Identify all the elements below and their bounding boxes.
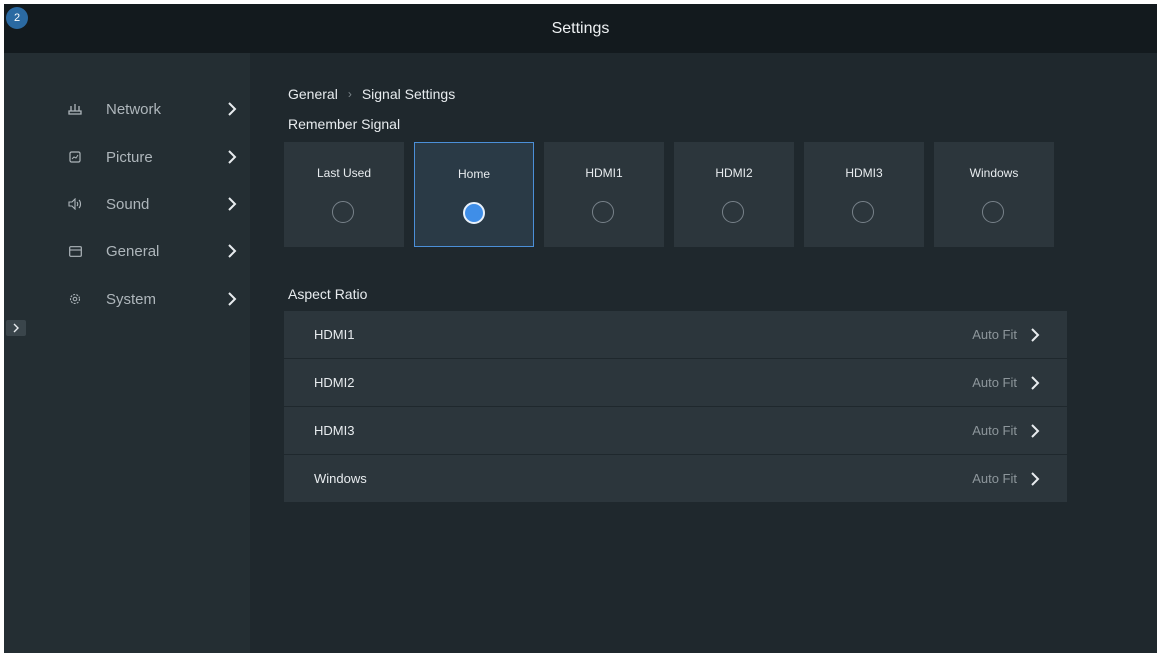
signal-option-windows[interactable]: Windows [934, 142, 1054, 247]
chevron-right-icon [13, 323, 19, 333]
option-label: HDMI3 [845, 166, 883, 180]
aspect-ratio-title: Aspect Ratio [288, 286, 368, 302]
expand-left-panel-button[interactable] [6, 320, 26, 336]
aspect-ratio-row-hdmi1[interactable]: HDMI1 Auto Fit [284, 311, 1067, 359]
sidebar-item-network[interactable]: Network [4, 89, 250, 129]
chevron-right-icon [1031, 423, 1040, 438]
main-content: General › Signal Settings Remember Signa… [250, 53, 1157, 653]
picture-icon [68, 150, 82, 164]
speaker-icon [68, 197, 82, 211]
row-label: HDMI3 [314, 423, 355, 438]
sidebar-item-label: System [106, 290, 157, 308]
option-label: HDMI1 [585, 166, 623, 180]
chevron-right-icon [1031, 471, 1040, 486]
row-label: HDMI1 [314, 327, 355, 342]
chevron-right-icon [228, 197, 237, 211]
radio-button[interactable] [852, 201, 874, 223]
sidebar-item-general[interactable]: General [4, 231, 250, 271]
signal-option-hdmi2[interactable]: HDMI2 [674, 142, 794, 247]
title-bar: 2 Settings [4, 4, 1157, 53]
breadcrumb-parent[interactable]: General [288, 86, 338, 102]
chevron-right-icon [1031, 375, 1040, 390]
gear-icon [68, 292, 82, 306]
signal-option-last-used[interactable]: Last Used [284, 142, 404, 247]
aspect-ratio-row-hdmi3[interactable]: HDMI3 Auto Fit [284, 407, 1067, 455]
row-value: Auto Fit [972, 375, 1017, 390]
sidebar-item-picture[interactable]: Picture [4, 137, 250, 177]
radio-button[interactable] [722, 201, 744, 223]
row-value: Auto Fit [972, 327, 1017, 342]
sidebar-item-label: Sound [106, 195, 150, 213]
sidebar-item-label: General [106, 242, 160, 260]
page-title: Settings [551, 19, 610, 37]
breadcrumb-current: Signal Settings [361, 86, 456, 102]
radio-button[interactable] [592, 201, 614, 223]
chevron-right-icon [228, 102, 237, 116]
row-label: Windows [314, 471, 367, 486]
aspect-ratio-row-windows[interactable]: Windows Auto Fit [284, 455, 1067, 503]
chevron-right-icon [228, 150, 237, 164]
chevron-right-icon [1031, 327, 1040, 342]
settings-window: 2 Settings Network Picture Sound General… [4, 4, 1157, 653]
aspect-ratio-list: HDMI1 Auto Fit HDMI2 Auto Fit HDMI3 Auto… [284, 311, 1067, 503]
row-value: Auto Fit [972, 471, 1017, 486]
radio-button[interactable] [332, 201, 354, 223]
radio-button-selected[interactable] [463, 202, 485, 224]
sidebar-item-system[interactable]: System [4, 279, 250, 319]
option-label: HDMI2 [715, 166, 753, 180]
aspect-ratio-row-hdmi2[interactable]: HDMI2 Auto Fit [284, 359, 1067, 407]
window-icon [68, 244, 82, 258]
row-label: HDMI2 [314, 375, 355, 390]
option-label: Windows [969, 166, 1019, 180]
breadcrumb-separator: › [347, 87, 352, 101]
row-value: Auto Fit [972, 423, 1017, 438]
signal-option-home[interactable]: Home [414, 142, 534, 247]
sidebar-item-label: Picture [106, 148, 153, 166]
sidebar-item-sound[interactable]: Sound [4, 184, 250, 224]
signal-option-hdmi1[interactable]: HDMI1 [544, 142, 664, 247]
breadcrumb: General › Signal Settings [288, 86, 455, 102]
router-icon [68, 102, 82, 116]
sidebar-item-label: Network [106, 100, 162, 118]
signal-option-hdmi3[interactable]: HDMI3 [804, 142, 924, 247]
option-label: Last Used [316, 166, 372, 180]
radio-button[interactable] [982, 201, 1004, 223]
chevron-right-icon [228, 244, 237, 258]
notification-badge: 2 [6, 7, 28, 29]
chevron-right-icon [228, 292, 237, 306]
remember-signal-title: Remember Signal [288, 116, 401, 132]
sidebar: Network Picture Sound General System [4, 53, 250, 653]
option-label: Home [457, 167, 490, 181]
